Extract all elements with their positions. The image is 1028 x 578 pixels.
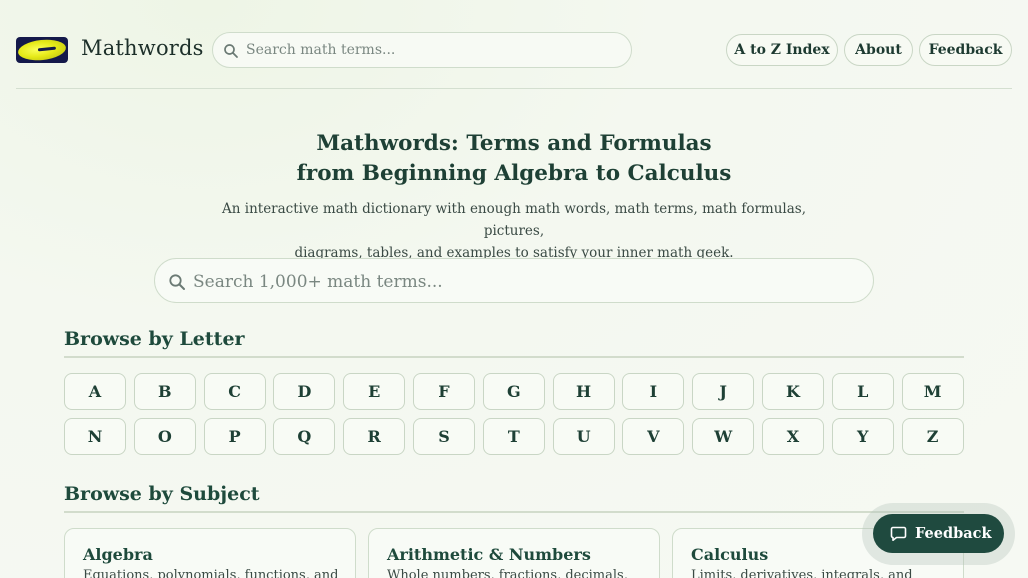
main-search-input[interactable] xyxy=(193,269,853,295)
subject-card-algebra[interactable]: Algebra Equations, polynomials, function… xyxy=(64,528,356,578)
search-icon xyxy=(223,43,239,63)
browse-by-subject-heading: Browse by Subject xyxy=(64,483,964,513)
subject-card-arithmetic[interactable]: Arithmetic & Numbers Whole numbers, frac… xyxy=(368,528,660,578)
letter-button-z[interactable]: Z xyxy=(901,418,964,455)
letter-button-n[interactable]: N xyxy=(64,418,126,455)
subject-card-desc: Limits, derivatives, integrals, and xyxy=(691,568,913,578)
letter-button-p[interactable]: P xyxy=(203,418,266,455)
nav-about[interactable]: About xyxy=(844,34,913,66)
subject-card-desc: Whole numbers, fractions, decimals, xyxy=(387,568,628,578)
browse-by-letter-heading: Browse by Letter xyxy=(64,328,964,358)
nav-a-to-z-index[interactable]: A to Z Index xyxy=(726,34,838,66)
letter-button-v[interactable]: V xyxy=(622,418,685,455)
page-subtitle: An interactive math dictionary with enou… xyxy=(222,201,806,261)
letter-grid: ABCDEFGHIJKLM NOPQRSTUVWXYZ xyxy=(64,373,964,455)
letter-button-m[interactable]: M xyxy=(901,373,964,410)
letter-button-a[interactable]: A xyxy=(64,373,126,410)
site-header: Mathwords A to Z Index About Feedback xyxy=(16,0,1012,89)
letter-button-b[interactable]: B xyxy=(133,373,196,410)
letter-button-t[interactable]: T xyxy=(482,418,545,455)
letter-button-o[interactable]: O xyxy=(133,418,196,455)
subject-card-title: Algebra xyxy=(83,545,153,564)
feedback-floating-label: Feedback xyxy=(915,525,992,542)
letter-button-w[interactable]: W xyxy=(692,418,755,455)
nav-feedback[interactable]: Feedback xyxy=(919,34,1012,66)
letter-button-l[interactable]: L xyxy=(831,373,894,410)
letter-button-q[interactable]: Q xyxy=(273,418,336,455)
subject-card-desc: Equations, polynomials, functions, and xyxy=(83,568,339,578)
header-search[interactable] xyxy=(212,32,632,68)
letter-button-r[interactable]: R xyxy=(343,418,406,455)
letter-button-s[interactable]: S xyxy=(412,418,475,455)
letter-button-g[interactable]: G xyxy=(482,373,545,410)
letter-button-h[interactable]: H xyxy=(552,373,615,410)
search-icon xyxy=(168,273,186,295)
page-title: Mathwords: Terms and Formulas from Begin… xyxy=(296,131,732,186)
letter-button-e[interactable]: E xyxy=(343,373,406,410)
chat-bubble-icon xyxy=(890,525,907,542)
mathwords-logo[interactable] xyxy=(16,37,68,63)
subject-card-title: Arithmetic & Numbers xyxy=(387,545,591,564)
letter-button-x[interactable]: X xyxy=(761,418,824,455)
brand-name[interactable]: Mathwords xyxy=(81,36,204,60)
header-search-input[interactable] xyxy=(246,38,616,62)
letter-button-k[interactable]: K xyxy=(761,373,824,410)
letter-button-d[interactable]: D xyxy=(273,373,336,410)
letter-button-j[interactable]: J xyxy=(692,373,755,410)
letter-button-f[interactable]: F xyxy=(412,373,475,410)
main-search[interactable] xyxy=(154,258,874,303)
letter-button-i[interactable]: I xyxy=(622,373,685,410)
letter-button-c[interactable]: C xyxy=(203,373,266,410)
feedback-floating-button[interactable]: Feedback xyxy=(873,514,1004,553)
letter-button-u[interactable]: U xyxy=(552,418,615,455)
letter-button-y[interactable]: Y xyxy=(831,418,894,455)
